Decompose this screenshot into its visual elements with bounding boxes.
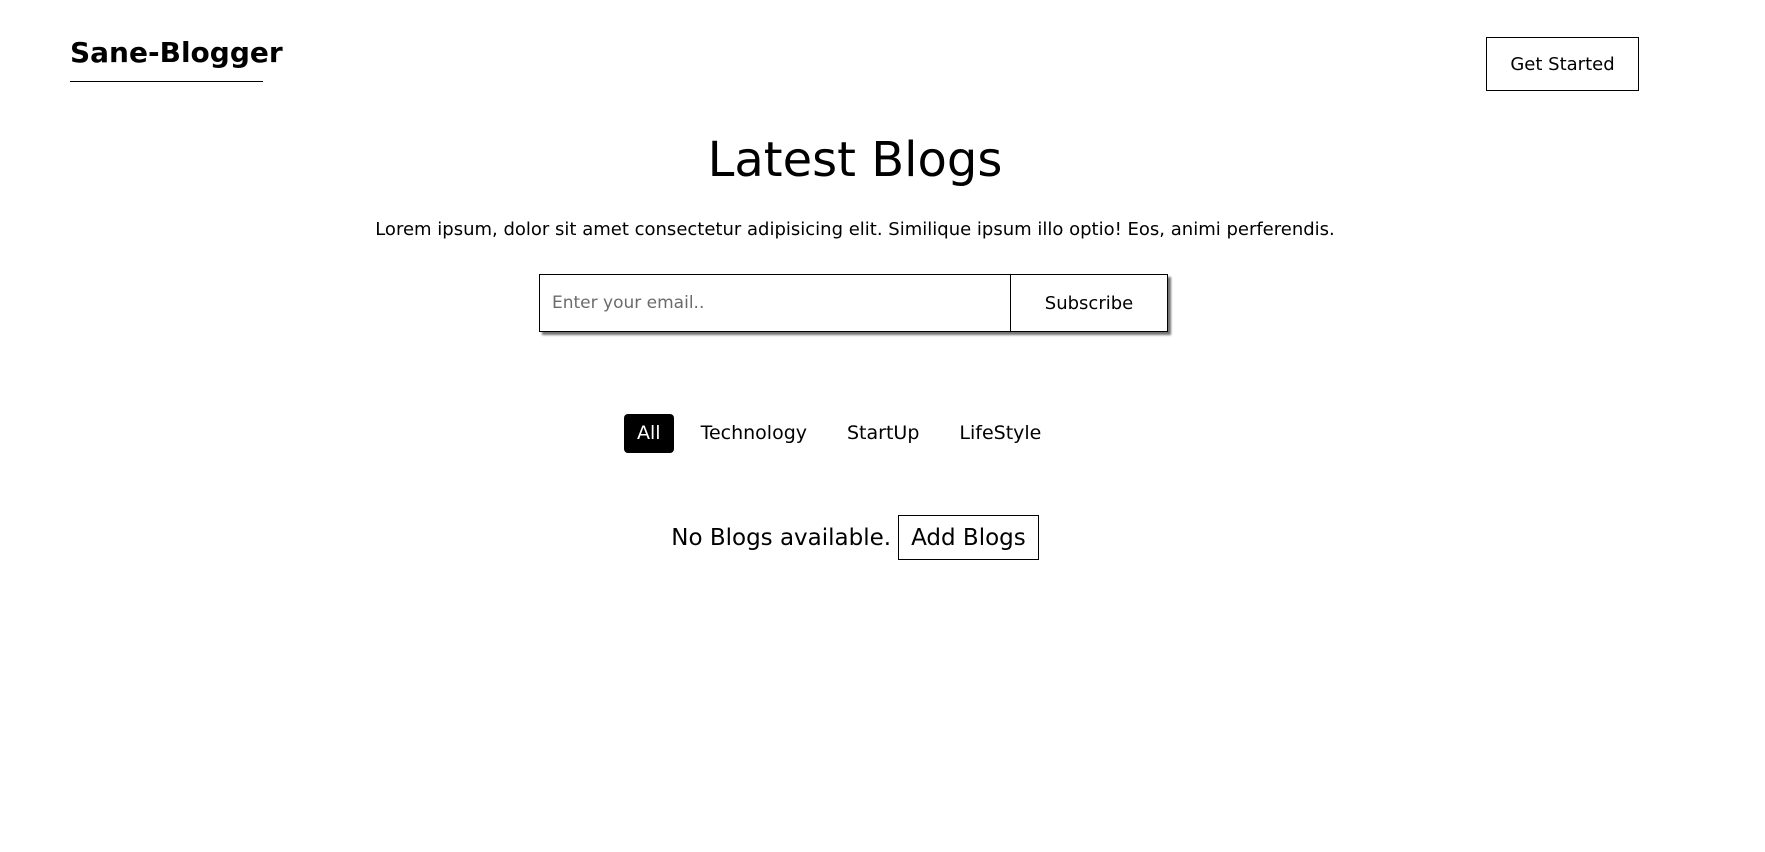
tab-startup[interactable]: StartUp (834, 414, 932, 453)
empty-state-message: No Blogs available. (671, 524, 892, 551)
email-input[interactable] (540, 275, 1010, 331)
category-filter-tabs: All Technology StartUp LifeStyle (624, 413, 1068, 453)
site-logo[interactable]: Sane-Blogger (70, 37, 283, 82)
subscribe-button[interactable]: Subscribe (1010, 275, 1167, 331)
site-header: Sane-Blogger Get Started (0, 0, 1765, 100)
tab-technology[interactable]: Technology (688, 414, 820, 453)
tab-all[interactable]: All (624, 413, 674, 453)
get-started-button[interactable]: Get Started (1486, 37, 1639, 91)
tab-lifestyle[interactable]: LifeStyle (946, 414, 1054, 453)
empty-state: No Blogs available. Add Blogs (0, 515, 1710, 560)
page-subtitle: Lorem ipsum, dolor sit amet consectetur … (375, 219, 1335, 240)
subscribe-form: Subscribe (539, 274, 1168, 332)
page-title: Latest Blogs (707, 132, 1003, 188)
add-blogs-button[interactable]: Add Blogs (898, 515, 1039, 560)
